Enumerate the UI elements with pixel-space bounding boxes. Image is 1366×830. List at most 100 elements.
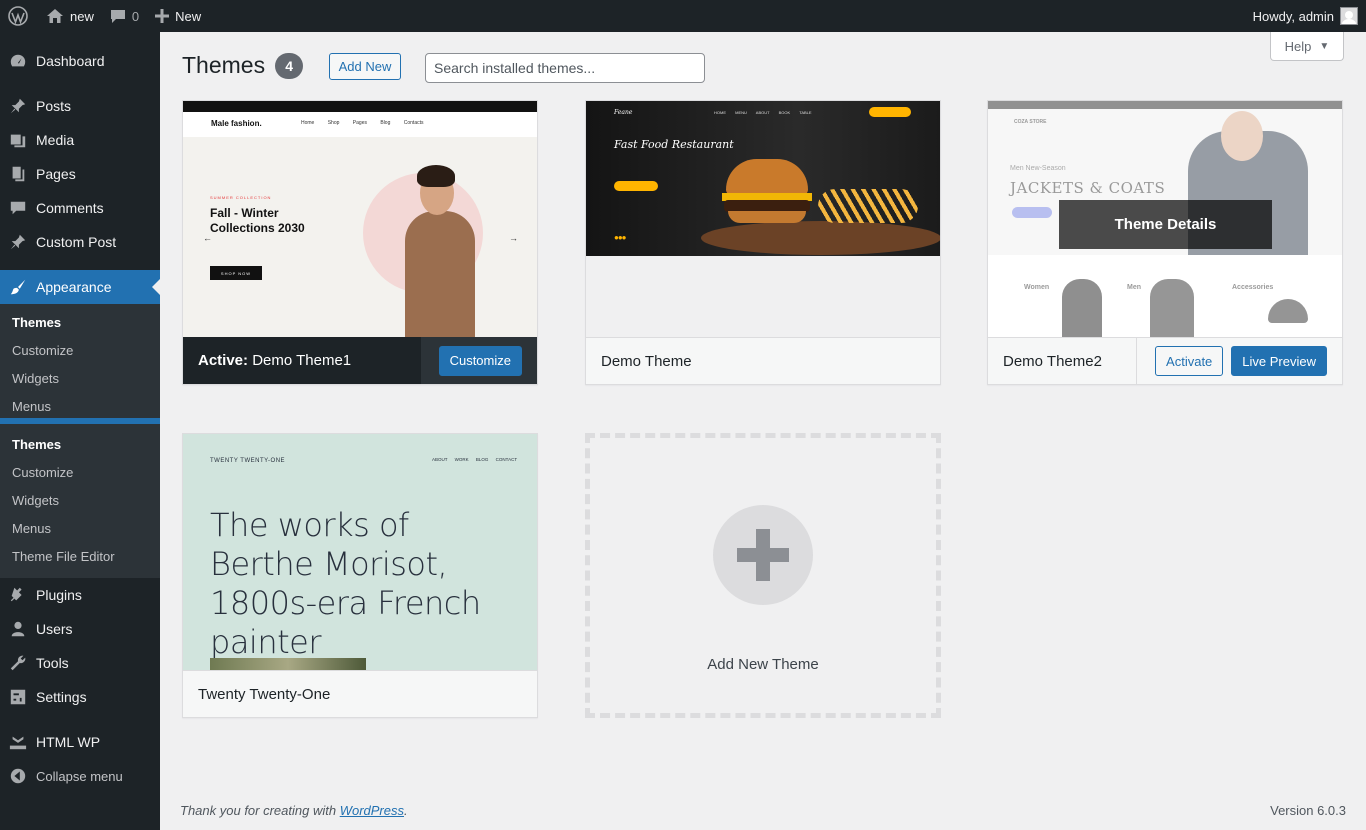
menu-media[interactable]: Media — [0, 123, 160, 157]
preview-model-body — [405, 211, 475, 337]
menu-comments-label: Comments — [36, 200, 104, 216]
preview-cta — [614, 181, 658, 191]
wordpress-link[interactable]: WordPress — [340, 803, 404, 818]
preview-nav: ABOUT WORK BLOG CONTACT — [432, 457, 518, 462]
menu-html-wp[interactable]: HTML WP — [0, 725, 160, 759]
menu-posts-label: Posts — [36, 98, 72, 114]
preview-headline: The works of Berthe Morisot, 1800s-era F… — [210, 506, 481, 661]
theme-count-badge: 4 — [275, 52, 304, 79]
page-heading: Themes 4 — [182, 52, 304, 79]
theme-card-demo-theme1[interactable]: Male fashion. Home Shop Pages Blog Conta… — [182, 100, 538, 385]
appearance-submenu: Themes Customize Widgets Menus Theme Fil… — [0, 304, 160, 418]
add-new-theme-label: Add New Theme — [707, 656, 819, 673]
menu-posts[interactable]: Posts — [0, 89, 160, 123]
flyout-theme-file-editor[interactable]: Theme File Editor — [0, 542, 160, 570]
html-icon — [8, 732, 28, 752]
menu-pages[interactable]: Pages — [0, 157, 160, 191]
comments-link[interactable]: 0 — [102, 0, 147, 32]
theme-card-twenty-twenty-one[interactable]: TWENTY TWENTY-ONE ABOUT WORK BLOG CONTAC… — [182, 433, 538, 718]
theme-name-bar: Demo Theme — [586, 337, 940, 384]
theme-card-demo-theme2[interactable]: COZA STORE Men New-Season JACKETS & COAT… — [987, 100, 1343, 385]
live-preview-button[interactable]: Live Preview — [1231, 346, 1327, 376]
flyout-widgets[interactable]: Widgets — [0, 486, 160, 514]
customize-button[interactable]: Customize — [438, 345, 522, 376]
help-label: Help — [1284, 38, 1312, 54]
preview-bun-bottom — [728, 211, 806, 223]
menu-dashboard-label: Dashboard — [36, 53, 105, 69]
theme-screenshot[interactable]: Feane HOME MENU ABOUT BOOK TABLE Fast Fo… — [586, 101, 940, 337]
comment-icon — [110, 9, 126, 24]
theme-screenshot[interactable]: Male fashion. Home Shop Pages Blog Conta… — [183, 101, 537, 337]
collapse-menu-button[interactable]: Collapse menu — [0, 759, 160, 793]
menu-plugins-label: Plugins — [36, 587, 82, 603]
menu-appearance[interactable]: Appearance — [0, 270, 160, 304]
wordpress-logo-icon[interactable] — [0, 0, 38, 32]
plus-circle-icon — [713, 505, 813, 605]
add-new-theme-card[interactable]: Add New Theme — [585, 433, 941, 718]
theme-screenshot[interactable]: COZA STORE Men New-Season JACKETS & COAT… — [988, 101, 1342, 337]
theme-name-bar: Twenty Twenty-One — [183, 670, 537, 717]
comments-icon — [8, 198, 28, 218]
activate-button[interactable]: Activate — [1155, 346, 1224, 376]
menu-pages-label: Pages — [36, 166, 76, 182]
preview-cta: SHOP NOW — [210, 266, 262, 280]
appearance-flyout-submenu: Themes Customize Widgets Menus Theme Fil… — [0, 424, 160, 578]
dashboard-icon — [8, 51, 28, 71]
paintbrush-icon — [8, 277, 28, 297]
preview-top-strip — [183, 101, 537, 112]
theme-card-demo-theme[interactable]: Feane HOME MENU ABOUT BOOK TABLE Fast Fo… — [585, 100, 941, 385]
menu-tools[interactable]: Tools — [0, 646, 160, 680]
search-themes-input[interactable] — [425, 53, 705, 83]
settings-icon — [8, 687, 28, 707]
wrench-icon — [8, 653, 28, 673]
new-content-link[interactable]: New — [147, 0, 209, 32]
plus-icon — [155, 9, 170, 23]
home-icon — [46, 8, 64, 24]
pin-icon — [8, 232, 28, 252]
menu-settings[interactable]: Settings — [0, 680, 160, 714]
menu-custom-post[interactable]: Custom Post — [0, 225, 160, 259]
caret-down-icon: ▼ — [1319, 40, 1330, 52]
theme-screenshot[interactable]: TWENTY TWENTY-ONE ABOUT WORK BLOG CONTAC… — [183, 434, 537, 670]
collapse-icon — [8, 766, 28, 786]
preview-empty-area — [586, 256, 940, 337]
flyout-menus[interactable]: Menus — [0, 514, 160, 542]
menu-media-label: Media — [36, 132, 75, 148]
theme-name-bar: Active: Demo Theme1 Customize — [183, 337, 537, 384]
theme-actions: Activate Live Preview — [1136, 337, 1342, 384]
menu-plugins[interactable]: Plugins — [0, 578, 160, 612]
site-name-link[interactable]: new — [38, 0, 102, 32]
collapse-menu-label: Collapse menu — [36, 768, 123, 784]
menu-settings-label: Settings — [36, 689, 87, 705]
preview-board — [701, 221, 940, 255]
submenu-menus[interactable]: Menus — [0, 392, 160, 418]
active-prefix: Active: — [198, 352, 249, 369]
preview-site-title: TWENTY TWENTY-ONE — [210, 458, 286, 464]
theme-details-button[interactable]: Theme Details — [1059, 200, 1272, 249]
submenu-widgets[interactable]: Widgets — [0, 364, 160, 392]
howdy-text: Howdy, admin — [1252, 8, 1334, 24]
menu-custom-post-label: Custom Post — [36, 234, 117, 250]
flyout-customize[interactable]: Customize — [0, 458, 160, 486]
theme-name: Twenty Twenty-One — [198, 685, 331, 703]
submenu-customize[interactable]: Customize — [0, 336, 160, 364]
preview-nav: HOME MENU ABOUT BOOK TABLE — [714, 110, 812, 115]
preview-order-pill — [869, 107, 911, 117]
flyout-themes[interactable]: Themes — [0, 430, 160, 458]
pin-icon — [8, 96, 28, 116]
help-button[interactable]: Help ▼ — [1270, 32, 1344, 61]
submenu-themes[interactable]: Themes — [0, 308, 160, 336]
menu-users[interactable]: Users — [0, 612, 160, 646]
preview-nav: Home Shop Pages Blog Contacts — [301, 120, 424, 126]
preview-headline: Fall - Winter Collections 2030 — [210, 206, 305, 235]
pages-icon — [8, 164, 28, 184]
menu-dashboard[interactable]: Dashboard — [0, 44, 160, 78]
menu-comments[interactable]: Comments — [0, 191, 160, 225]
preview-model-hair — [417, 165, 455, 187]
comments-count: 0 — [131, 8, 140, 24]
theme-actions: Customize — [420, 337, 537, 384]
menu-html-wp-label: HTML WP — [36, 734, 101, 750]
add-new-button[interactable]: Add New — [329, 53, 401, 80]
plus-icon-horizontal — [737, 548, 789, 562]
my-account[interactable]: Howdy, admin — [1253, 7, 1366, 25]
